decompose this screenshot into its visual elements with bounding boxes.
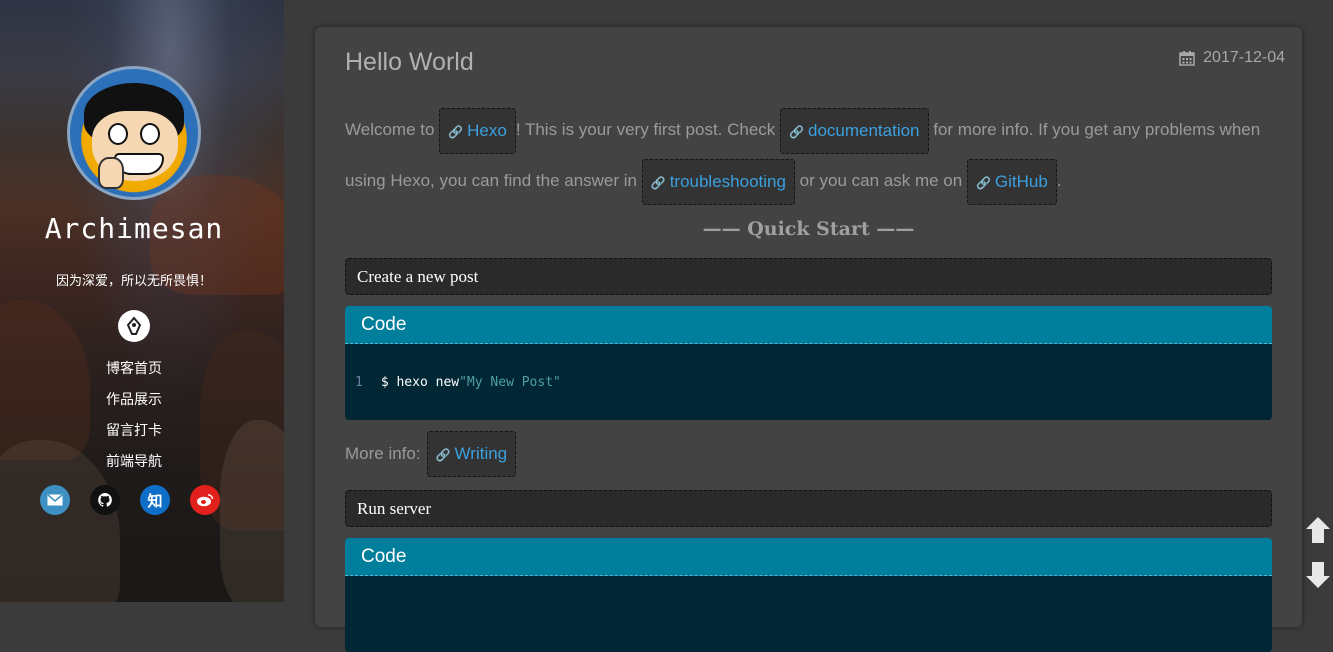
code-block-header: Code	[345, 306, 1272, 344]
post-intro: Welcome to 🔗 Hexo! This is your very firs…	[345, 104, 1275, 206]
post-card: Hello World 2017-12-04 Welcome to 🔗 Hexo!…	[315, 27, 1302, 652]
nav-item-works[interactable]: 作品展示	[0, 388, 268, 419]
link-documentation[interactable]: 🔗 documentation	[780, 107, 929, 154]
link-troubleshooting[interactable]: 🔗 troubleshooting	[641, 158, 795, 205]
step-heading: Run server	[345, 490, 1272, 527]
link-writing[interactable]: 🔗 Writing	[426, 431, 517, 477]
intro-text: or you can ask me on	[794, 171, 967, 190]
calendar-icon	[1179, 51, 1195, 66]
zhihu-icon[interactable]: 知	[140, 485, 170, 515]
section-heading: —— Quick Start ——	[702, 218, 915, 240]
line-number: 1	[355, 374, 363, 390]
link-icon: 🔗	[975, 175, 991, 190]
code-string: "My New Post"	[459, 374, 561, 390]
intro-text: ! This is your very first post. Check	[515, 120, 781, 139]
link-icon: 🔗	[650, 175, 666, 190]
sidebar: Archimesan 因为深爱，所以无所畏惧！ 博客首页 作品展示 留言打卡 前…	[0, 0, 284, 602]
post-date-text: 2017-12-04	[1203, 49, 1285, 66]
link-github[interactable]: 🔗 GitHub	[966, 158, 1057, 205]
sidebar-nav: 博客首页 作品展示 留言打卡 前端导航	[0, 357, 268, 481]
link-icon: 🔗	[435, 448, 451, 462]
nav-item-guestbook[interactable]: 留言打卡	[0, 419, 268, 450]
code-command: $ hexo new	[380, 374, 460, 390]
social-links: 知	[40, 485, 220, 515]
code-block-body[interactable]: 1 $ hexo new "My New Post"	[345, 344, 1272, 420]
code-block-body[interactable]	[345, 576, 1272, 652]
mail-icon[interactable]	[40, 485, 70, 515]
author-name: Archimesan	[44, 212, 224, 245]
intro-text: Welcome to	[345, 120, 440, 139]
scroll-controls	[1304, 515, 1332, 605]
post-title[interactable]: Hello World	[345, 48, 474, 77]
logo-icon[interactable]	[118, 310, 150, 342]
author-motto: 因为深爱，所以无所畏惧！	[55, 273, 212, 288]
nav-item-home[interactable]: 博客首页	[0, 357, 268, 388]
code-block: Code 1 $ hexo new "My New Post"	[345, 306, 1272, 420]
link-icon: 🔗	[448, 124, 464, 139]
arrow-up-icon[interactable]	[1304, 515, 1332, 545]
weibo-icon[interactable]	[190, 485, 220, 515]
more-info: More info: 🔗 Writing	[345, 431, 517, 477]
code-block-header: Code	[345, 538, 1272, 576]
more-info-label: More info:	[345, 444, 421, 463]
link-icon: 🔗	[789, 124, 804, 139]
post-date: 2017-12-04	[1179, 49, 1285, 67]
step-heading: Create a new post	[345, 258, 1272, 295]
github-icon[interactable]	[90, 485, 120, 515]
avatar[interactable]	[67, 66, 201, 200]
link-hexo[interactable]: 🔗 Hexo	[439, 107, 516, 154]
arrow-down-icon[interactable]	[1304, 560, 1332, 590]
nav-item-frontend-nav[interactable]: 前端导航	[0, 450, 268, 481]
code-block: Code	[345, 538, 1272, 652]
intro-text: .	[1056, 171, 1062, 190]
